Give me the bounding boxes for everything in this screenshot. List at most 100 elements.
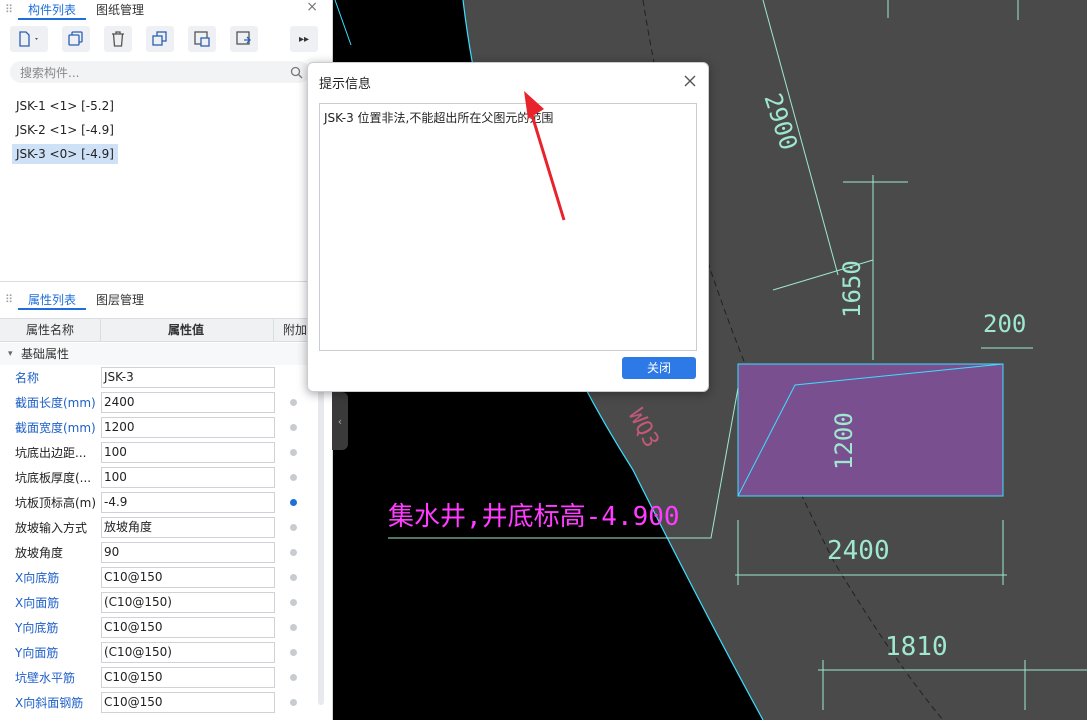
property-extra-dot[interactable] [290, 424, 297, 431]
property-name: 截面长度(mm) [15, 396, 96, 410]
dialog-message: JSK-3 位置非法,不能超出所在父图元的范围 [324, 111, 554, 125]
property-name: 放坡角度 [15, 546, 64, 560]
component-toolbar [10, 26, 258, 52]
property-value-field[interactable]: C10@150 [101, 567, 275, 588]
property-name: X向斜面钢筋 [15, 696, 84, 710]
tab-layer-management[interactable]: 图层管理 [86, 290, 154, 310]
property-name: 坑底板厚度(... [15, 471, 92, 485]
property-extra-dot[interactable] [290, 499, 297, 506]
property-value-field[interactable]: 1200 [101, 417, 275, 438]
property-tabs: ⠿ 属性列表 图层管理 [0, 290, 330, 310]
property-extra-dot[interactable] [290, 449, 297, 456]
close-icon[interactable] [683, 74, 697, 88]
column-separator[interactable] [100, 319, 101, 341]
column-separator[interactable] [273, 319, 274, 341]
dimension-label-1810: 1810 [885, 632, 948, 662]
property-extra-dot[interactable] [290, 599, 297, 606]
dialog-title: 提示信息 [319, 77, 372, 92]
property-row[interactable]: 坑底板厚度(... 100 [0, 466, 318, 491]
property-row[interactable]: 坑壁水平筋 C10@150 [0, 666, 318, 691]
message-box: JSK-3 位置非法,不能超出所在父图元的范围 [319, 103, 697, 351]
property-extra-dot[interactable] [290, 649, 297, 656]
drag-grip-icon[interactable]: ⠿ [0, 0, 18, 20]
property-name: X向底筋 [15, 571, 60, 585]
property-extra-dot[interactable] [290, 524, 297, 531]
property-extra-dot[interactable] [290, 474, 297, 481]
property-row[interactable]: 截面宽度(mm) 1200 [0, 416, 318, 441]
property-group-label: 基础属性 [21, 347, 70, 361]
property-extra-dot[interactable] [290, 574, 297, 581]
search-icon[interactable] [290, 66, 303, 79]
property-name: X向面筋 [15, 596, 60, 610]
property-row[interactable]: 截面长度(mm) 2400 [0, 391, 318, 416]
component-search-input[interactable]: 搜索构件... [10, 61, 310, 83]
property-value-field[interactable]: 90 [101, 542, 275, 563]
copy-component-button[interactable] [62, 26, 90, 52]
property-value-field[interactable]: (C10@150) [101, 642, 275, 663]
search-placeholder: 搜索构件... [20, 66, 80, 80]
property-scrollbar[interactable] [318, 365, 324, 705]
property-value-field[interactable]: JSK-3 [101, 367, 275, 388]
property-row[interactable]: Y向底筋 C10@150 [0, 616, 318, 641]
duplicate-component-button[interactable] [146, 26, 174, 52]
component-tabs: ⠿ 构件列表 图纸管理 × [0, 0, 330, 20]
property-value-field[interactable]: C10@150 [101, 667, 275, 688]
property-value-field[interactable]: 2400 [101, 392, 275, 413]
property-name: 放坡输入方式 [15, 521, 88, 535]
left-panel: ⠿ 构件列表 图纸管理 × ▸▸ 搜索构件... JSK-1 <1> [-5.2… [0, 0, 333, 720]
delete-component-button[interactable] [104, 26, 132, 52]
edge-line [334, 0, 352, 46]
close-button[interactable]: 关闭 [622, 357, 696, 379]
column-header-value: 属性值 [168, 323, 205, 337]
property-value-field[interactable]: (C10@150) [101, 592, 275, 613]
new-component-button[interactable] [10, 26, 48, 52]
tab-drawing-management[interactable]: 图纸管理 [86, 0, 154, 20]
property-row[interactable]: X向底筋 C10@150 [0, 566, 318, 591]
export-component-button[interactable] [230, 26, 258, 52]
property-name: 截面宽度(mm) [15, 421, 96, 435]
component-item-jsk-1[interactable]: JSK-1 <1> [-5.2] [12, 96, 118, 116]
drag-grip-icon[interactable]: ⠿ [0, 290, 18, 310]
import-icon [194, 31, 210, 47]
dimension-label-1200: 1200 [830, 412, 858, 470]
pit-rectangle[interactable] [737, 363, 1004, 497]
property-row[interactable]: X向面筋 (C10@150) [0, 591, 318, 616]
column-header-extra: 附加 [283, 323, 308, 337]
property-row[interactable]: 坑底出边距... 100 [0, 441, 318, 466]
property-value-field[interactable]: C10@150 [101, 692, 275, 713]
property-row[interactable]: 坑板顶标高(m) -4.9 [0, 491, 318, 516]
property-name: 坑底出边距... [15, 446, 87, 460]
component-item-jsk-3[interactable]: JSK-3 <0> [-4.9] [12, 144, 118, 164]
property-extra-dot[interactable] [290, 549, 297, 556]
property-group-basic[interactable]: ▾ 基础属性 [0, 343, 330, 365]
dimension-label-2400: 2400 [827, 536, 890, 566]
property-value-field[interactable]: C10@150 [101, 617, 275, 638]
delete-icon [112, 31, 124, 47]
pit-annotation-label[interactable]: 集水井,井底标高-4.900 [388, 496, 680, 533]
property-extra-dot[interactable] [290, 399, 297, 406]
property-value-field[interactable]: 100 [101, 442, 275, 463]
property-value-field[interactable]: 放坡角度 [101, 517, 275, 538]
property-row[interactable]: Y向面筋 (C10@150) [0, 641, 318, 666]
import-component-button[interactable] [188, 26, 216, 52]
panel-close-icon[interactable]: × [306, 0, 318, 14]
property-extra-dot[interactable] [290, 624, 297, 631]
property-name: Y向底筋 [15, 621, 59, 635]
property-name: 坑板顶标高(m) [15, 496, 97, 510]
property-row[interactable]: 放坡输入方式 放坡角度 [0, 516, 318, 541]
property-value-field[interactable]: -4.9 [101, 492, 275, 513]
property-row[interactable]: X向斜面钢筋 C10@150 [0, 691, 318, 716]
property-extra-dot[interactable] [290, 674, 297, 681]
panel-divider[interactable] [0, 281, 330, 282]
more-icon: ▸▸ [298, 33, 310, 45]
tab-component-list[interactable]: 构件列表 [18, 0, 87, 20]
chevron-down-icon[interactable]: ▾ [8, 343, 13, 365]
property-extra-dot[interactable] [290, 699, 297, 706]
tab-property-list[interactable]: 属性列表 [18, 290, 87, 310]
duplicate-icon [152, 31, 167, 46]
property-row[interactable]: 放坡角度 90 [0, 541, 318, 566]
component-item-jsk-2[interactable]: JSK-2 <1> [-4.9] [12, 120, 118, 140]
property-row[interactable]: 名称 JSK-3 [0, 366, 318, 391]
property-value-field[interactable]: 100 [101, 467, 275, 488]
toolbar-more-button[interactable]: ▸▸ [290, 26, 318, 52]
